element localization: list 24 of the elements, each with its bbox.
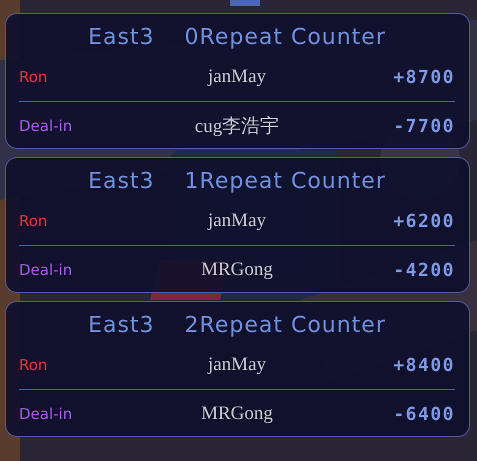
round-name: East3 xyxy=(88,312,155,338)
point-change: +6200 xyxy=(393,210,455,232)
point-change: +8700 xyxy=(393,66,455,88)
result-label: Deal-in xyxy=(19,261,74,279)
player-name: MRGong xyxy=(201,403,273,425)
player-name: cug李浩宇 xyxy=(194,114,280,139)
point-change: -7700 xyxy=(393,116,455,136)
point-change: -4200 xyxy=(393,260,455,280)
round-name: East3 xyxy=(88,24,155,50)
result-label: Deal-in xyxy=(19,405,74,423)
player-name: janMay xyxy=(208,210,266,232)
result-label: Ron xyxy=(19,212,48,230)
result-label: Deal-in xyxy=(19,117,74,135)
player-name: janMay xyxy=(208,66,266,88)
result-label: Ron xyxy=(19,68,48,86)
round-name: East3 xyxy=(88,168,155,194)
player-name: janMay xyxy=(208,354,266,376)
player-name: MRGong xyxy=(201,259,273,281)
point-change: +8400 xyxy=(393,354,455,376)
point-change: -6400 xyxy=(393,404,455,424)
repeat-counter: 1Repeat Counter xyxy=(184,168,386,194)
repeat-counter: 2Repeat Counter xyxy=(184,312,386,338)
repeat-counter: 0Repeat Counter xyxy=(184,24,386,50)
result-label: Ron xyxy=(19,356,48,374)
